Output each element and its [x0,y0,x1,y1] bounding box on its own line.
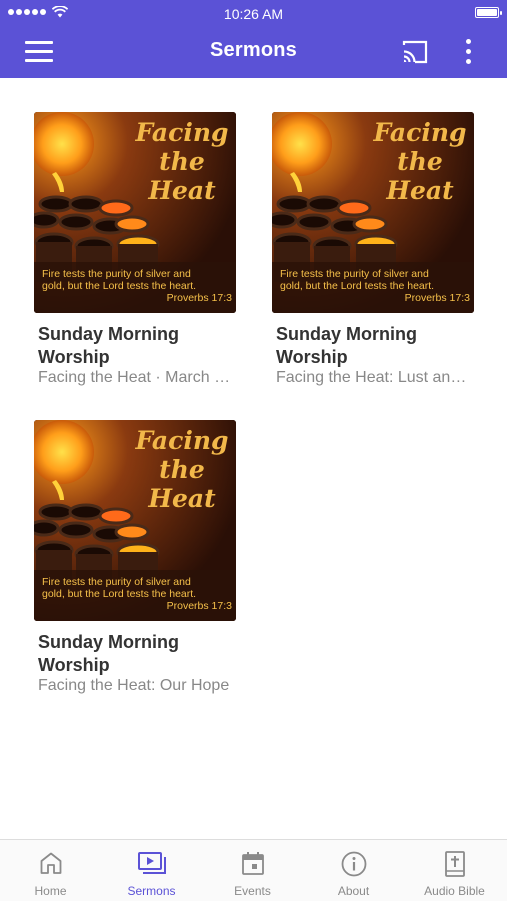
art-heading: Heat [386,176,454,205]
art-verse-line: Fire tests the purity of silver and [42,576,191,588]
tab-sermons[interactable]: Sermons [101,840,202,901]
more-options-icon[interactable] [460,38,476,66]
art-verse-reference: Proverbs 17:3 [166,292,232,304]
battery-icon [475,7,502,18]
art-heading: Facing [373,118,467,147]
sermon-thumbnail: Facing the Heat Fire tests the purity of… [34,420,236,621]
calendar-icon [241,852,264,875]
sermon-title: Sunday Morning Worship [38,632,179,675]
app-bar: Sermons [0,26,507,78]
art-heading: Facing [135,426,229,455]
home-icon [40,852,61,874]
art-verse-line: gold, but the Lord tests the heart. [280,280,435,292]
tab-label: About [337,884,370,898]
tab-label: Sermons [127,884,176,898]
tab-events[interactable]: Events [202,840,303,901]
tab-home[interactable]: Home [0,840,101,901]
bible-icon [444,851,465,877]
status-bar: 10:26 AM [0,0,507,26]
tab-label: Audio Bible [424,884,485,898]
sermon-thumbnail: Facing the Heat Fire tests the purity of… [272,112,474,313]
info-icon [341,851,366,877]
sermon-title: Sunday Morning Worship [38,324,179,367]
sermon-card[interactable]: Facing the Heat Fire tests the purity of… [34,112,239,387]
art-heading: the [159,455,205,484]
art-heading: the [159,147,205,176]
art-verse-line: Fire tests the purity of silver and [280,268,429,280]
art-heading: Heat [148,176,216,205]
tab-label: Home [34,884,67,898]
page-title: Sermons [210,39,297,61]
sermon-subtitle: Facing the Heat · March 31, 2019 [38,369,233,386]
sermon-subtitle: Facing the Heat: Our Hope [38,677,230,694]
bottom-tab-bar: Home Sermons Events About Audio Bible [0,839,507,901]
tab-audio-bible[interactable]: Audio Bible [404,840,505,901]
art-heading: Facing [135,118,229,147]
art-heading: the [397,147,443,176]
cast-icon[interactable] [401,39,429,65]
sermon-title: Sunday Morning Worship [276,324,417,367]
sermon-subtitle: Facing the Heat: Lust and Temptation [276,369,471,386]
sermon-card[interactable]: Facing the Heat Fire tests the purity of… [34,420,239,695]
art-verse-line: Fire tests the purity of silver and [42,268,191,280]
play-media-icon [137,852,166,874]
status-time: 10:26 AM [223,6,284,22]
art-heading: Heat [148,484,216,513]
art-verse-line: gold, but the Lord tests the heart. [42,588,197,600]
art-verse-reference: Proverbs 17:3 [404,292,470,304]
tab-about[interactable]: About [303,840,404,901]
sermon-card[interactable]: Facing the Heat Fire tests the purity of… [272,112,477,387]
art-verse-line: gold, but the Lord tests the heart. [42,280,197,292]
tab-label: Events [234,884,271,898]
sermon-thumbnail: Facing the Heat Fire tests the purity of… [34,112,236,313]
art-verse-reference: Proverbs 17:3 [166,600,232,612]
